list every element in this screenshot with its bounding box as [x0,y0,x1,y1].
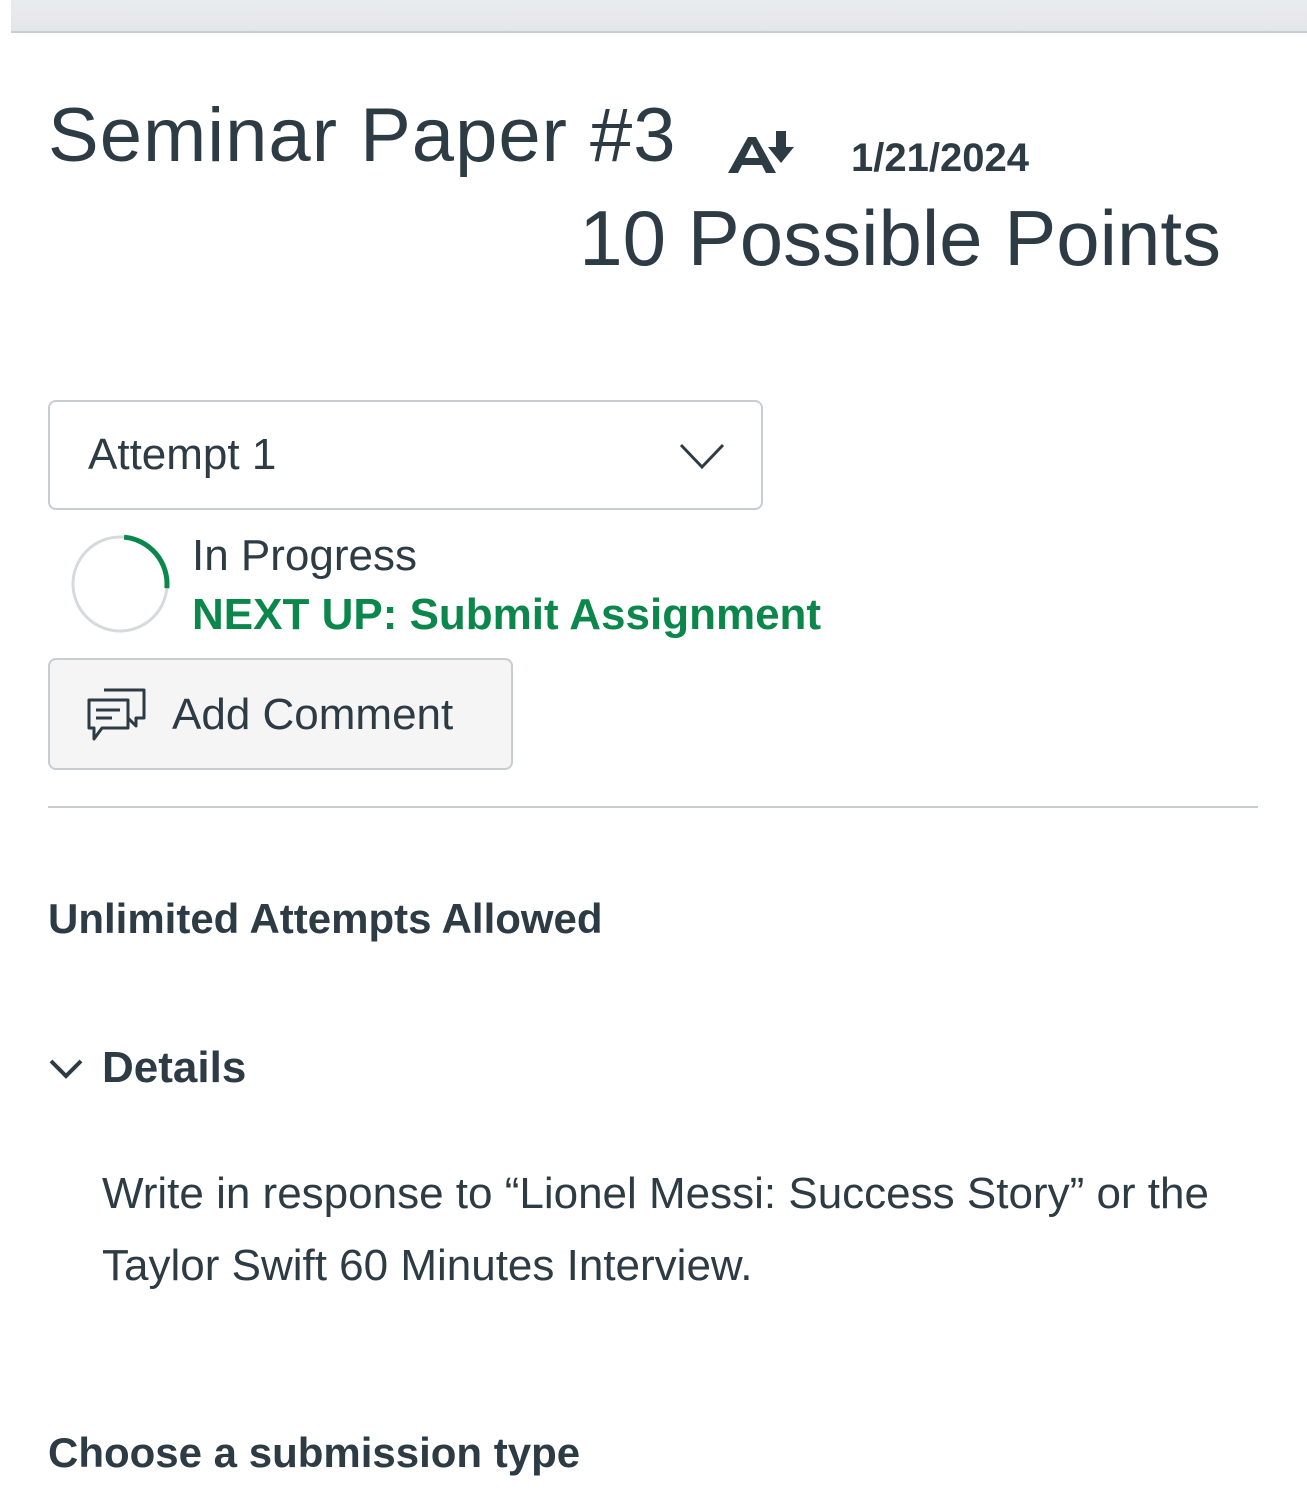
attempts-allowed: Unlimited Attempts Allowed [48,895,603,942]
attempt-select-value: Attempt 1 [88,430,277,479]
add-comment-button[interactable]: Add Comment [48,658,513,770]
assignment-description: Write in response to “Lionel Messi: Succ… [102,1169,1209,1290]
details-label: Details [102,1043,247,1092]
due-date: 1/21/2024 [851,136,1029,180]
add-comment-label: Add Comment [172,690,454,739]
attempt-select[interactable]: Attempt 1 [48,400,763,510]
top-bar [11,0,1307,33]
possible-points: 10 Possible Points [579,194,1221,282]
chevron-down-icon [49,1059,83,1079]
submission-status: In Progress [192,531,417,580]
submission-type-heading: Choose a submission type [48,1429,581,1476]
comment-icon [87,688,146,741]
next-up-step: NEXT UP: Submit Assignment [192,590,822,639]
chevron-down-icon [679,443,725,470]
assignment-title: Seminar Paper #3 [48,93,677,178]
section-divider [48,806,1258,808]
progress-ring-icon [70,534,170,634]
due-date-icon [728,131,794,173]
